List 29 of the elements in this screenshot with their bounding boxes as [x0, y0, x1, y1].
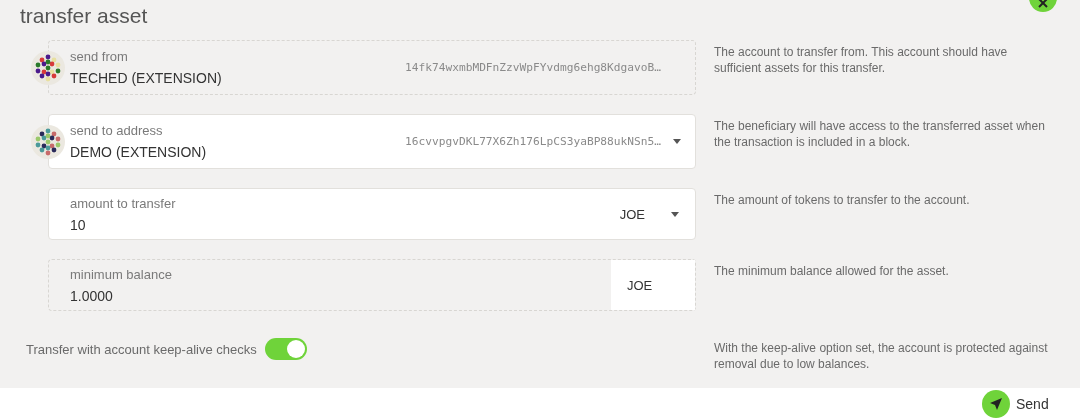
help-text: The amount of tokens to transfer to the account. [714, 192, 971, 209]
field-label: minimum balance [70, 266, 173, 282]
keep-alive-toggle[interactable] [264, 338, 307, 360]
field-label: send to address [70, 123, 164, 138]
field-value: 10 [70, 216, 87, 233]
amount-input[interactable]: amount to transfer 10 JOE [48, 188, 696, 240]
help-text: The minimum balance allowed for the asset. [714, 263, 950, 280]
close-icon [1038, 0, 1048, 8]
send-icon [989, 397, 1003, 411]
toggle-label: Transfer with account keep-alive checks [26, 341, 257, 357]
field-label: amount to transfer [70, 195, 177, 211]
caret-icon [673, 139, 681, 144]
account-address: 14fk74wxmbMDFnZzvWpFYvdmg6ehg8KdgavoB… [405, 61, 661, 74]
field-value: TECHED (EXTENSION) [70, 70, 223, 86]
field-value: DEMO (EXTENSION) [70, 144, 208, 160]
unit-label: JOE [611, 260, 695, 310]
field-label: send from [70, 49, 129, 64]
account-dropdown[interactable]: send to address DEMO (EXTENSION) 16cvvpgvDKL77X6Zh176LpCS3yaBP88ukNSn5… [48, 114, 696, 169]
help-text: The beneficiary will have access to the transferred asset when the transaction is included in a block. [714, 118, 1046, 151]
field-value: 1.0000 [70, 287, 114, 304]
dialog-title: transfer asset [20, 3, 148, 29]
identicon-icon [31, 50, 65, 85]
help-text: With the keep-alive option set, the account is protected against removal due to low balances. [714, 340, 1049, 372]
help-text: The account to transfer from. This account should have sufficient assets for this transfer. [714, 44, 1009, 77]
unit-dropdown[interactable]: JOE [619, 206, 681, 222]
identicon-icon [31, 124, 65, 159]
account-address: 16cvvpgvDKL77X6Zh176LpCS3yaBP88ukNSn5… [405, 135, 661, 148]
send-button[interactable]: Send [982, 390, 1049, 418]
caret-icon [671, 211, 679, 217]
